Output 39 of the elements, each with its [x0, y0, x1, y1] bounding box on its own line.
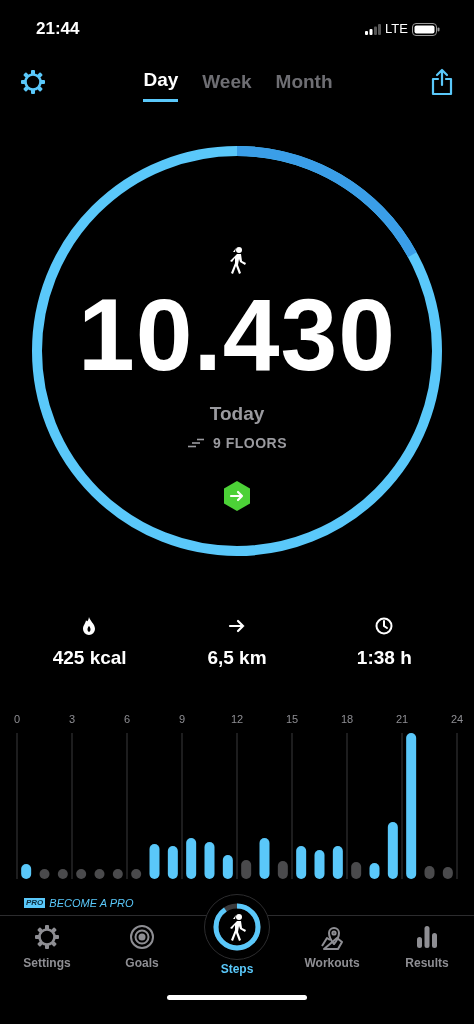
pro-badge: PRO: [24, 897, 46, 908]
hour-label: 3: [68, 712, 76, 725]
nav-tab[interactable]: Goals: [95, 916, 189, 1011]
period-tab[interactable]: Month: [275, 62, 333, 102]
share-icon: [430, 68, 454, 96]
nav-tab[interactable]: Workouts: [285, 916, 379, 1011]
clock-icon: [375, 616, 394, 636]
hour-label: 12: [230, 712, 244, 725]
share-button[interactable]: [430, 68, 454, 96]
step-count: 10.430: [78, 284, 396, 386]
hour-label: 24: [450, 712, 464, 725]
stat-value: 1:38 h: [356, 646, 412, 670]
settings-icon: [20, 69, 46, 95]
stat-value: 6,5 km: [207, 646, 267, 670]
bar-chart-icon: [414, 924, 440, 950]
signal-icon: [365, 23, 382, 35]
clock-time: 21:44: [36, 18, 80, 41]
hour-label: 6: [123, 712, 131, 725]
nav-tab[interactable]: Settings: [0, 916, 94, 1011]
settings-icon: [34, 924, 60, 950]
stat-value: 425 kcal: [52, 646, 127, 670]
hour-label: 9: [178, 712, 186, 725]
floors-label: 9 FLOORS: [213, 433, 287, 453]
settings-button[interactable]: [20, 69, 46, 95]
network-label: LTE: [385, 20, 408, 39]
hour-label: 15: [285, 712, 299, 725]
nav-tab[interactable]: Results: [380, 916, 474, 1011]
map-pin-icon: [319, 924, 345, 950]
stairs-icon: [187, 438, 205, 448]
battery-icon: [412, 22, 440, 36]
period-label: Today: [209, 402, 265, 426]
target-icon: [129, 924, 155, 950]
hour-label: 0: [13, 712, 21, 725]
next-button[interactable]: [222, 479, 252, 512]
period-tab[interactable]: Week: [202, 62, 252, 102]
hour-label: 21: [395, 712, 409, 725]
period-tab[interactable]: Day: [143, 62, 179, 102]
hour-label: 18: [340, 712, 354, 725]
become-pro-link[interactable]: BECOME A PRO: [49, 894, 134, 911]
